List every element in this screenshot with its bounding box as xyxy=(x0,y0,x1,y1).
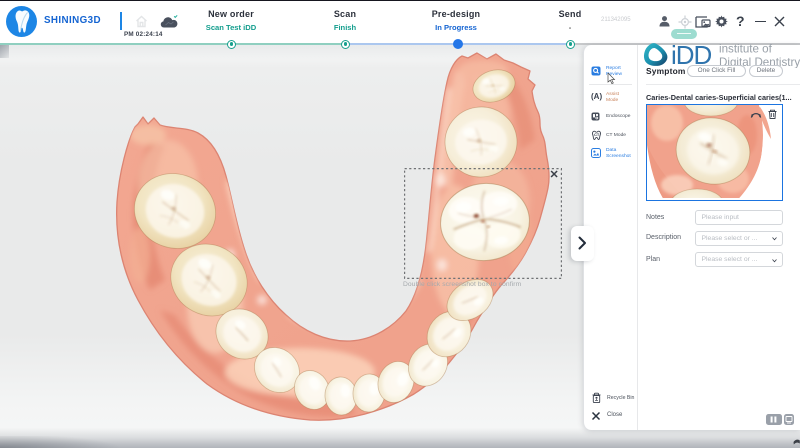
svg-text:institute of: institute of xyxy=(719,43,773,56)
svg-text:CT: CT xyxy=(594,132,600,137)
